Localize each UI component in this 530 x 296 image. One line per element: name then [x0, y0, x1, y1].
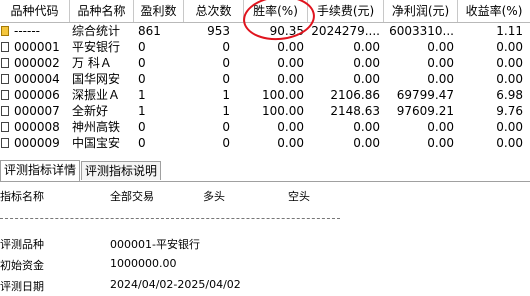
cell-netprofit: 0.00 — [427, 72, 454, 86]
cell-total: 0 — [222, 120, 230, 134]
label-initial-capital: 初始资金 — [0, 259, 44, 272]
cell-fee: 0.00 — [353, 136, 380, 150]
table-row[interactable]: 000004 国华网安 0 0 0.00 0.00 0.00 0.00 — [0, 71, 530, 87]
cell-fee: 2106.86 — [330, 88, 380, 102]
cell-fee: 0.00 — [353, 120, 380, 134]
cell-netprofit: 0.00 — [427, 136, 454, 150]
cell-wins: 1 — [138, 104, 146, 118]
cell-code: 000006 — [14, 88, 60, 102]
cell-name: 国华网安 — [72, 72, 121, 86]
col-header-name[interactable]: 品种名称 — [70, 0, 134, 22]
results-table: 品种代码 品种名称 盈利数 总次数 胜率(%) 手续费(元) 净利润(元) 收益… — [0, 0, 530, 150]
tab-metric-explanation[interactable]: 评测指标说明 — [81, 161, 162, 180]
cell-wins: 0 — [138, 40, 146, 54]
detail-header-all: 全部交易 — [110, 190, 154, 203]
cell-total: 1 — [222, 104, 230, 118]
cell-fee: 2148.63 — [330, 104, 380, 118]
value-initial-capital: 1000000.00 — [110, 257, 177, 270]
cell-code: 000007 — [14, 104, 60, 118]
cell-name: 中国宝安 — [72, 136, 121, 150]
cell-wins: 0 — [138, 72, 146, 86]
cell-return: 6.98 — [496, 88, 523, 102]
table-row[interactable]: 000009 中国宝安 0 0 0.00 0.00 0.00 0.00 — [0, 135, 530, 150]
cell-winrate: 100.00 — [262, 88, 304, 102]
cell-netprofit: 6003310... — [389, 24, 454, 38]
detail-header-metric: 指标名称 — [0, 190, 44, 203]
cell-winrate: 0.00 — [277, 136, 304, 150]
table-row[interactable]: 000002 万 科Ａ 0 0 0.00 0.00 0.00 0.00 — [0, 55, 530, 71]
cell-return: 0.00 — [496, 136, 523, 150]
cell-total: 1 — [222, 88, 230, 102]
cell-total: 0 — [222, 136, 230, 150]
table-row[interactable]: 000007 全新好 1 1 100.00 2148.63 97609.21 9.76 — [0, 103, 530, 119]
cell-winrate: 100.00 — [262, 104, 304, 118]
col-header-code[interactable]: 品种代码 — [0, 0, 70, 22]
cell-netprofit: 0.00 — [427, 56, 454, 70]
cell-winrate: 0.00 — [277, 72, 304, 86]
cell-return: 0.00 — [496, 40, 523, 54]
cell-name: 平安银行 — [72, 40, 121, 54]
cell-name: 深振业Ａ — [72, 88, 121, 102]
cell-total: 0 — [222, 56, 230, 70]
col-header-netprofit[interactable]: 净利润(元) — [384, 0, 458, 22]
cell-code: 000009 — [14, 136, 60, 150]
cell-netprofit: 0.00 — [427, 120, 454, 134]
cell-netprofit: 97609.21 — [396, 104, 454, 118]
col-header-wins[interactable]: 盈利数 — [134, 0, 184, 22]
cell-return: 0.00 — [496, 56, 523, 70]
detail-tabs: 评测指标详情 评测指标说明 — [0, 159, 530, 182]
cell-code: 000002 — [14, 56, 60, 70]
cell-return: 0.00 — [496, 72, 523, 86]
cell-return: 9.76 — [496, 104, 523, 118]
detail-header-long: 多头 — [203, 190, 225, 203]
cell-netprofit: 69799.47 — [396, 88, 454, 102]
cell-wins: 0 — [138, 120, 146, 134]
table-row[interactable]: 000001 平安银行 0 0 0.00 0.00 0.00 0.00 — [0, 39, 530, 55]
value-instrument: 000001-平安银行 — [110, 238, 200, 251]
cell-total: 0 — [222, 40, 230, 54]
table-row[interactable]: 000006 深振业Ａ 1 1 100.00 2106.86 69799.47 6.98 — [0, 87, 530, 103]
cell-total: 0 — [222, 72, 230, 86]
cell-wins: 0 — [138, 56, 146, 70]
table-row[interactable]: 000008 神州高铁 0 0 0.00 0.00 0.00 0.00 — [0, 119, 530, 135]
tab-metric-details[interactable]: 评测指标详情 — [0, 160, 81, 181]
value-test-period: 2024/04/02-2025/04/02 — [110, 278, 241, 291]
cell-wins: 861 — [138, 24, 161, 38]
cell-name: 神州高铁 — [72, 120, 121, 134]
col-header-total[interactable]: 总次数 — [184, 0, 244, 22]
cell-name: 万 科Ａ — [72, 56, 112, 70]
col-header-fee[interactable]: 手续费(元) — [308, 0, 384, 22]
cell-fee: 0.00 — [353, 56, 380, 70]
cell-code: ------ — [14, 24, 40, 38]
label-instrument: 评测品种 — [0, 238, 44, 251]
cell-code: 000004 — [14, 72, 60, 86]
cell-total: 953 — [207, 24, 230, 38]
cell-fee: 2024279.... — [311, 24, 380, 38]
cell-name: 全新好 — [72, 104, 109, 118]
cell-fee: 0.00 — [353, 72, 380, 86]
cell-code: 000001 — [14, 40, 60, 54]
label-test-period: 评测日期 — [0, 280, 44, 293]
divider — [0, 218, 340, 219]
detail-header-short: 空头 — [288, 190, 310, 203]
cell-netprofit: 0.00 — [427, 40, 454, 54]
cell-winrate: 0.00 — [277, 40, 304, 54]
cell-wins: 0 — [138, 136, 146, 150]
cell-code: 000008 — [14, 120, 60, 134]
cell-wins: 1 — [138, 88, 146, 102]
col-header-return[interactable]: 收益率(%) — [458, 0, 530, 22]
cell-winrate: 0.00 — [277, 120, 304, 134]
cell-winrate: 0.00 — [277, 56, 304, 70]
cell-name: 综合统计 — [72, 24, 121, 38]
cell-return: 1.11 — [496, 24, 523, 38]
cell-fee: 0.00 — [353, 40, 380, 54]
cell-return: 0.00 — [496, 120, 523, 134]
